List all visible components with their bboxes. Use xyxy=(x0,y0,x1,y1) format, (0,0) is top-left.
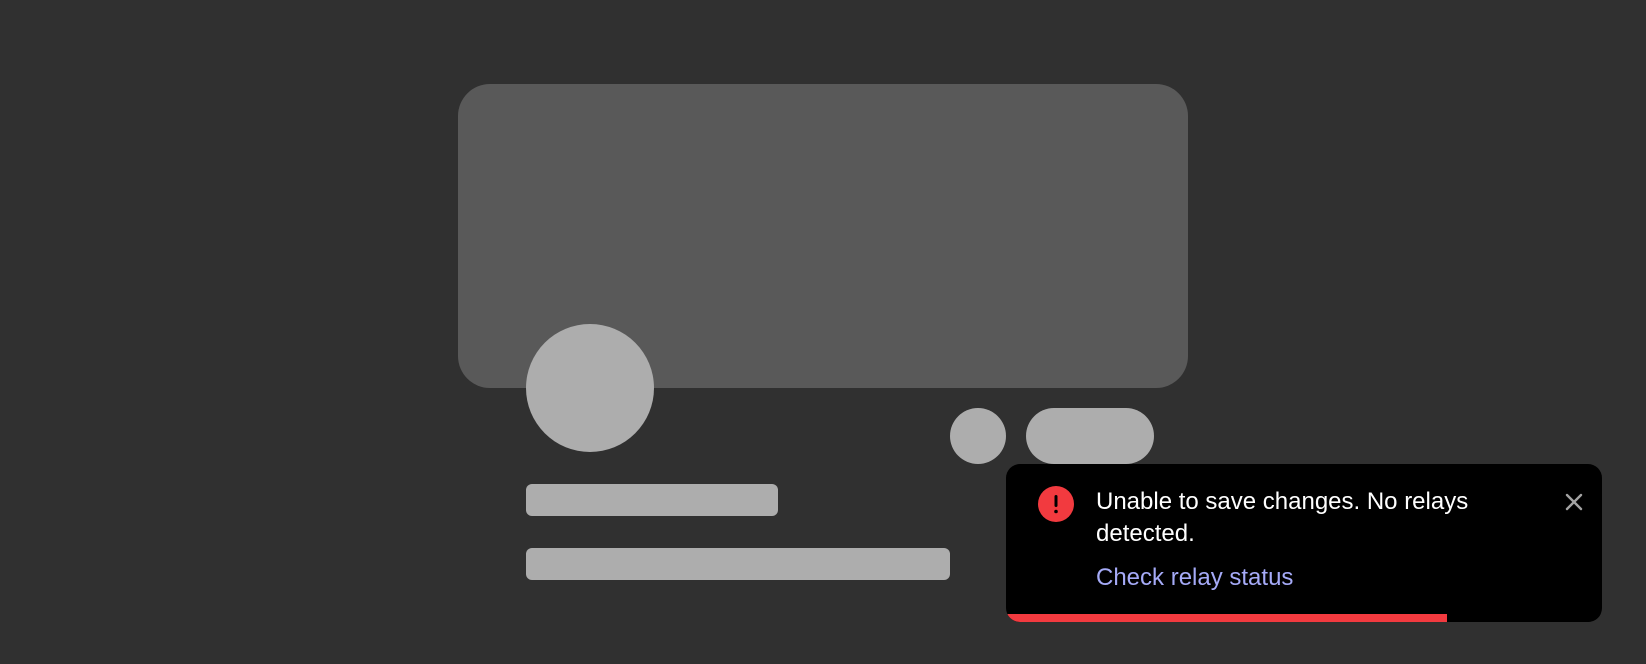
toast-progress-fill xyxy=(1006,614,1448,622)
toast-message: Unable to save changes. No relays detect… xyxy=(1096,488,1469,547)
action-button-placeholder xyxy=(1026,408,1154,464)
error-toast: Unable to save changes. No relays detect… xyxy=(1006,464,1602,622)
bio-text-placeholder xyxy=(526,548,950,580)
toast-progress-bar xyxy=(1006,614,1602,622)
check-relay-status-link[interactable]: Check relay status xyxy=(1096,562,1293,594)
icon-button-placeholder xyxy=(950,408,1006,464)
error-exclamation-icon xyxy=(1038,486,1074,522)
avatar-placeholder xyxy=(526,324,654,452)
close-icon[interactable] xyxy=(1558,486,1590,518)
name-text-placeholder xyxy=(526,484,778,516)
